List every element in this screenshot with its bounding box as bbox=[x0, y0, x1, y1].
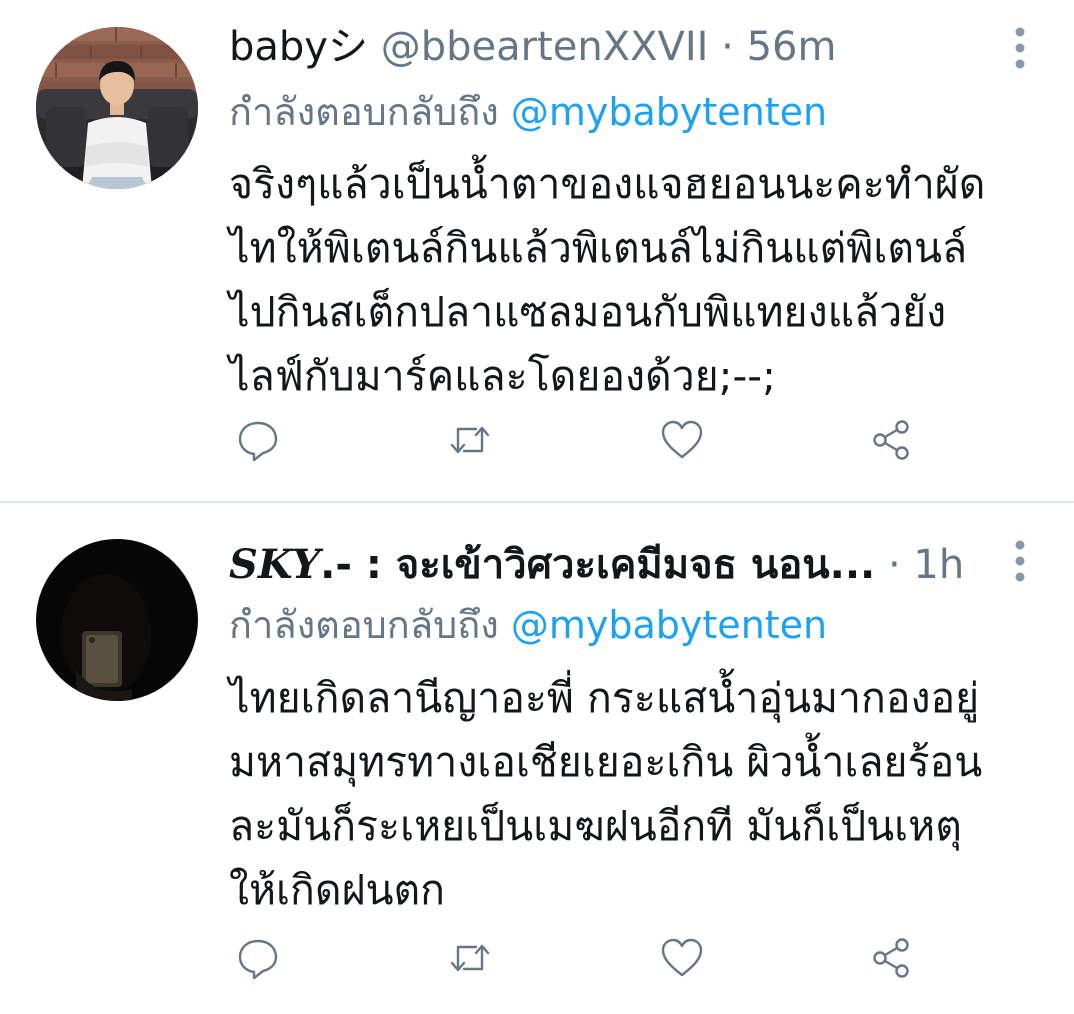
tweet-text-line: ไลฟ์กับมาร์คและโดยองด้วย;--; bbox=[229, 352, 776, 400]
replying-to-label: กำลังตอบกลับถึง bbox=[229, 603, 499, 647]
tweet-text-line: ไปกินสเต็กปลาแซลมอนกับพิแทยงแล้วยัง bbox=[229, 288, 947, 336]
retweet-button[interactable] bbox=[440, 928, 500, 988]
replying-to-label: กำลังตอบกลับถึง bbox=[229, 90, 499, 134]
avatar[interactable] bbox=[36, 27, 198, 189]
display-name[interactable]: SKY.- : จะเข้าวิศวะเคมีมจธ นอน... bbox=[229, 541, 876, 588]
more-vertical-icon[interactable] bbox=[1010, 539, 1030, 583]
like-button[interactable] bbox=[652, 410, 712, 470]
tweet-text-line: ละมันก็ระเหยเป็นเมฆฝนอีกที มันก็เป็นเหตุ bbox=[229, 802, 962, 850]
tweet[interactable]: babyシ @bbeartenXXVII · 56m กำลังตอบกลับถ… bbox=[0, 0, 1074, 502]
reply-icon bbox=[238, 939, 278, 980]
tweet-text-line: ให้เกิดฝนตก bbox=[229, 866, 446, 914]
tweet-actions bbox=[0, 410, 1074, 470]
reply-button[interactable] bbox=[228, 410, 288, 470]
like-button[interactable] bbox=[652, 928, 712, 988]
heart-icon bbox=[661, 938, 703, 977]
tweet-text-line: ไทให้พิเตนล์กินแล้วพิเตนล์ไม่กินแต่พิเตน… bbox=[229, 224, 968, 272]
reply-icon bbox=[238, 421, 278, 462]
share-button[interactable] bbox=[862, 928, 922, 988]
mention-link[interactable]: @mybabytenten bbox=[511, 90, 827, 134]
retweet-icon bbox=[450, 944, 490, 972]
tweet-actions bbox=[0, 928, 1074, 988]
share-icon bbox=[873, 420, 909, 460]
tweet-body: ไทยเกิดลานีญาอะพี่ กระแสน้ำอุ่นมากองอยู่… bbox=[229, 666, 1029, 922]
replying-to-line: กำลังตอบกลับถึง @mybabytenten bbox=[229, 88, 827, 136]
retweet-button[interactable] bbox=[440, 410, 500, 470]
tweet-text-line: จริงๆแล้วเป็นน้ำตาของแจฮยอนนะคะทำผัด bbox=[229, 160, 986, 208]
tweet-header: babyシ @bbeartenXXVII · 56m bbox=[229, 22, 836, 72]
tweet-header: SKY.- : จะเข้าวิศวะเคมีมจธ นอน... · 1h bbox=[229, 540, 964, 590]
share-button[interactable] bbox=[862, 410, 922, 470]
separator-dot: · bbox=[887, 542, 901, 588]
more-vertical-icon[interactable] bbox=[1010, 26, 1030, 70]
tweet-text-line: ไทยเกิดลานีญาอะพี่ กระแสน้ำอุ่นมากองอยู่ bbox=[229, 674, 980, 722]
display-name[interactable]: babyシ bbox=[229, 24, 368, 70]
timestamp[interactable]: 1h bbox=[913, 542, 964, 588]
tweet[interactable]: SKY.- : จะเข้าวิศวะเคมีมจธ นอน... · 1h ก… bbox=[0, 503, 1074, 1014]
replying-to-line: กำลังตอบกลับถึง @mybabytenten bbox=[229, 601, 827, 649]
user-handle[interactable]: @bbeartenXXVII bbox=[381, 24, 709, 70]
reply-button[interactable] bbox=[228, 928, 288, 988]
mention-link[interactable]: @mybabytenten bbox=[511, 603, 827, 647]
share-icon bbox=[873, 938, 909, 978]
avatar[interactable] bbox=[36, 539, 198, 701]
heart-icon bbox=[661, 420, 703, 459]
separator-dot: · bbox=[721, 24, 734, 70]
display-name-rest: .- : จะเข้าวิศวะเคมีมจธ นอน... bbox=[320, 542, 876, 588]
avatar-photo bbox=[36, 27, 198, 189]
timestamp[interactable]: 56m bbox=[747, 24, 837, 70]
avatar-photo bbox=[36, 539, 198, 701]
tweet-body: จริงๆแล้วเป็นน้ำตาของแจฮยอนนะคะทำผัด ไทใ… bbox=[229, 152, 1029, 408]
retweet-icon bbox=[450, 426, 490, 454]
tweet-text-line: มหาสมุทรทางเอเชียเยอะเกิน ผิวน้ำเลยร้อน bbox=[229, 738, 983, 786]
display-name-styled: SKY bbox=[229, 541, 321, 588]
